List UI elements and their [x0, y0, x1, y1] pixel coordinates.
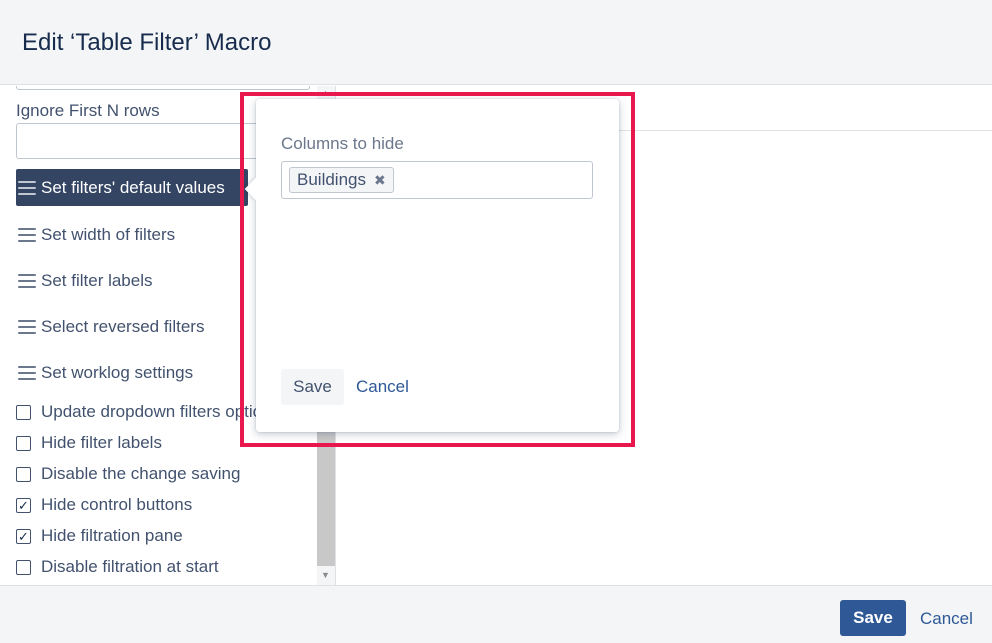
checkbox-checked[interactable]: ✓	[16, 528, 31, 544]
tag-label: Buildings	[297, 170, 366, 189]
menu-icon	[18, 227, 36, 242]
menu-item-label: Set worklog settings	[41, 362, 194, 382]
option-label: Disable filtration at start	[41, 557, 219, 576]
option-label: Disable the change saving	[41, 464, 241, 483]
menu-item-label: Set width of filters	[41, 224, 176, 244]
option-disable-filtration-start[interactable]: Disable filtration at start	[16, 556, 219, 578]
checkbox[interactable]	[16, 466, 31, 482]
columns-multi-select[interactable]: Buildings ✖	[281, 161, 593, 199]
menu-item-label: Set filters' default values	[41, 177, 225, 197]
popup-save-button[interactable]: Save	[281, 369, 344, 405]
menu-item-width[interactable]: Set width of filters	[16, 216, 248, 253]
option-hide-filtration-pane[interactable]: ✓ Hide filtration pane	[16, 525, 183, 547]
menu-item-reversed[interactable]: Select reversed filters	[16, 308, 248, 345]
popup-cancel-link[interactable]: Cancel	[356, 377, 409, 397]
menu-item-default-values[interactable]: Set filters' default values	[16, 169, 248, 206]
dialog-footer: Save Cancel	[0, 585, 992, 643]
dialog-header: Edit ‘Table Filter’ Macro	[0, 0, 992, 85]
checkmark-icon: ✓	[18, 528, 29, 544]
dialog-title: Edit ‘Table Filter’ Macro	[22, 29, 272, 56]
ignore-rows-label: Ignore First N rows	[16, 101, 160, 120]
column-tag: Buildings ✖	[289, 167, 394, 193]
checkbox[interactable]	[16, 559, 31, 575]
option-update-dropdown[interactable]: Update dropdown filters options	[16, 401, 280, 423]
menu-icon	[18, 365, 36, 380]
scroll-down-icon[interactable]: ▼	[321, 570, 330, 580]
menu-item-label: Set filter labels	[41, 270, 153, 290]
remove-tag-icon[interactable]: ✖	[374, 172, 386, 189]
menu-icon	[18, 180, 36, 195]
option-label: Hide filter labels	[41, 433, 162, 452]
menu-item-labels[interactable]: Set filter labels	[16, 262, 248, 299]
option-label: Hide filtration pane	[41, 526, 183, 545]
cancel-link[interactable]: Cancel	[920, 609, 973, 629]
menu-icon	[18, 273, 36, 288]
columns-popup: Columns to hide Buildings ✖ Save Cancel	[244, 99, 619, 432]
option-hide-labels[interactable]: Hide filter labels	[16, 432, 162, 454]
menu-icon	[18, 319, 36, 334]
menu-item-label: Select reversed filters	[41, 316, 205, 336]
checkbox[interactable]	[16, 404, 31, 420]
previous-field-input[interactable]	[16, 86, 310, 90]
columns-to-hide-label: Columns to hide	[281, 134, 404, 153]
option-label: Update dropdown filters options	[41, 402, 281, 421]
menu-item-worklog[interactable]: Set worklog settings	[16, 354, 248, 391]
option-label: Hide control buttons	[41, 495, 193, 514]
option-disable-saving[interactable]: Disable the change saving	[16, 463, 240, 485]
option-hide-control-buttons[interactable]: ✓ Hide control buttons	[16, 494, 192, 516]
checkbox[interactable]	[16, 435, 31, 451]
checkmark-icon: ✓	[18, 497, 29, 513]
checkbox-checked[interactable]: ✓	[16, 497, 31, 513]
save-button[interactable]: Save	[840, 600, 906, 636]
scroll-up-icon[interactable]: ▲	[321, 88, 330, 98]
